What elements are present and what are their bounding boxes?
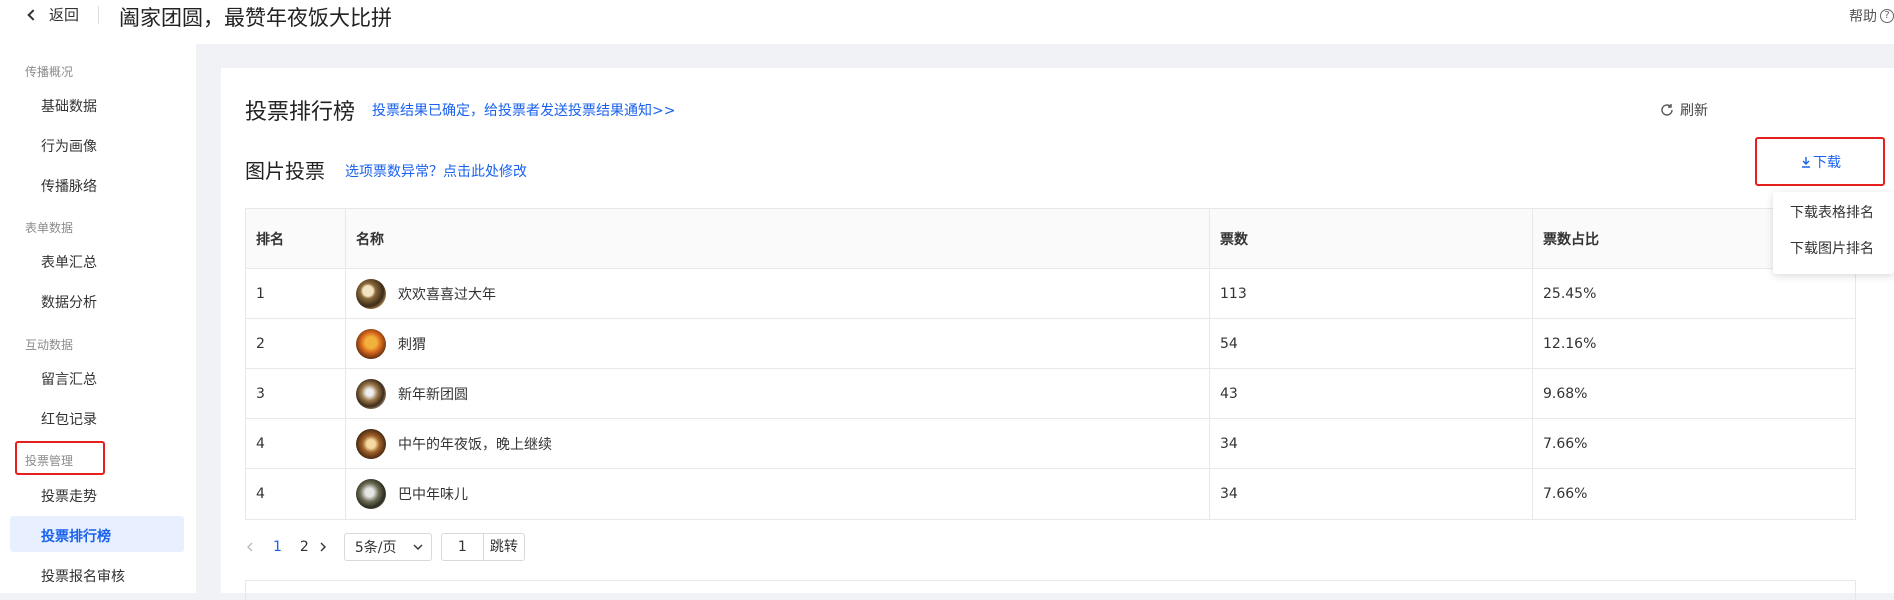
back-label: 返回 [49,6,80,24]
table-row: 1 欢欢喜喜过大年 113 25.45% [246,269,1855,319]
sidebar-section-title: 投票管理 [25,454,74,468]
sidebar-item-vote-ranking[interactable]: 投票排行榜 [41,526,111,546]
chevron-left-icon [27,8,39,21]
option-thumbnail [356,479,386,509]
sidebar-item-behavior-profile[interactable]: 行为画像 [41,136,97,156]
page-jump-input[interactable]: 1 [442,534,484,560]
page-jump-button[interactable]: 跳转 [484,534,524,560]
name-cell: 巴中年味儿 [346,469,1210,519]
ranking-table: 排名 名称 票数 票数占比 1 欢欢喜喜过大年 113 25.45% 2 刺猬 … [245,208,1856,520]
option-name: 刺猬 [398,336,426,353]
main-card: 投票排行榜 投票结果已确定，给投票者发送投票结果通知>> 刷新 图片投票 选项票… [221,68,1894,600]
name-cell: 欢欢喜喜过大年 [346,269,1210,318]
rank-cell: 2 [246,319,346,368]
column-header: 排名 [246,209,346,268]
sidebar: 传播概况 基础数据 行为画像 传播脉络 表单数据 表单汇总 数据分析 互动数据 … [0,44,196,593]
share-cell: 7.66% [1543,486,1588,502]
chevron-down-icon [413,544,423,550]
sidebar-item-basic-data[interactable]: 基础数据 [41,96,97,116]
column-header: 名称 [346,209,1210,268]
page-size-value: 5条/页 [354,540,397,556]
share-cell: 12.16% [1543,335,1597,352]
option-name: 中午的年夜饭，晚上继续 [398,436,552,453]
rank-cell: 1 [246,269,346,318]
sidebar-item-form-summary[interactable]: 表单汇总 [41,252,97,272]
option-thumbnail [356,428,386,459]
sidebar-item-comment-summary[interactable]: 留言汇总 [41,369,97,389]
sidebar-section-title: 传播概况 [25,65,74,79]
refresh-label: 刷新 [1680,103,1708,119]
table-row: 4 中午的年夜饭，晚上继续 34 7.66% [246,419,1855,469]
page-number[interactable]: 1 [273,539,282,555]
question-icon: ? [1880,9,1894,23]
notify-link[interactable]: 投票结果已确定，给投票者发送投票结果通知>> [372,100,675,120]
page-size-select[interactable]: 5条/页 [343,533,432,561]
sidebar-item-spread-path[interactable]: 传播脉络 [41,176,97,196]
column-header: 票数 [1210,209,1533,268]
sidebar-item-vote-trend[interactable]: 投票走势 [41,486,97,506]
table-row: 3 新年新团圆 43 9.68% [246,369,1855,419]
header-divider [98,6,99,24]
download-button[interactable]: 下载 [1760,140,1882,184]
name-cell: 中午的年夜饭，晚上继续 [346,419,1210,468]
help-label: 帮助 [1849,9,1877,25]
rank-cell: 3 [246,369,346,418]
refresh-icon [1661,104,1673,116]
votes-cell: 113 [1210,269,1533,318]
option-thumbnail [356,328,386,359]
download-image-ranking-item[interactable]: 下载图片排名 [1790,238,1874,258]
option-name: 欢欢喜喜过大年 [398,286,496,303]
modify-link[interactable]: 选项票数异常？点击此处修改 [345,161,527,181]
option-thumbnail [356,278,386,309]
option-name: 巴中年味儿 [398,487,468,503]
sidebar-section-title: 互动数据 [25,338,74,352]
refresh-button[interactable]: 刷新 [1660,100,1708,120]
name-cell: 刺猬 [346,319,1210,368]
page-title: 阖家团圆，最赞年夜饭大比拼 [119,6,392,30]
download-menu: 下载表格排名 下载图片排名 [1773,192,1894,274]
share-cell: 9.68% [1543,385,1588,402]
back-button[interactable]: 返回 [27,4,80,25]
votes-cell: 54 [1210,319,1533,368]
table-row: 2 刺猬 54 12.16% [246,319,1855,369]
page-number[interactable]: 2 [300,539,309,555]
table-header: 排名 名称 票数 票数占比 [246,209,1855,269]
top-bar: 返回 阖家团圆，最赞年夜饭大比拼 帮助 ? [0,0,1894,44]
download-icon [1802,157,1810,168]
next-section-border [245,580,1856,600]
table-row: 4 巴中年味儿 34 7.66% [246,469,1855,519]
rank-cell: 4 [246,419,346,468]
sidebar-item-data-analysis[interactable]: 数据分析 [41,292,97,312]
help-button[interactable]: 帮助 ? [1849,6,1894,26]
sidebar-section-title: 表单数据 [25,221,74,235]
subheading: 图片投票 [245,159,325,183]
sidebar-item-vote-registration-review[interactable]: 投票报名审核 [41,566,125,586]
download-label: 下载 [1813,155,1841,171]
votes-cell: 34 [1210,469,1533,519]
pagination: 1 2 5条/页 1 跳转 [245,532,525,562]
votes-cell: 34 [1210,419,1533,468]
chevron-right-icon[interactable] [318,542,328,552]
chevron-left-icon[interactable] [245,542,255,552]
download-table-ranking-item[interactable]: 下载表格排名 [1790,202,1874,222]
section-heading: 投票排行榜 [245,100,356,125]
votes-cell: 43 [1210,369,1533,418]
name-cell: 新年新团圆 [346,369,1210,418]
rank-cell: 4 [246,469,346,519]
share-cell: 7.66% [1543,435,1588,452]
page-jump: 1 跳转 [440,533,525,561]
share-cell: 25.45% [1543,285,1597,302]
sidebar-item-red-packet-records[interactable]: 红包记录 [41,409,97,429]
option-name: 新年新团圆 [398,386,468,403]
option-thumbnail [356,378,386,409]
